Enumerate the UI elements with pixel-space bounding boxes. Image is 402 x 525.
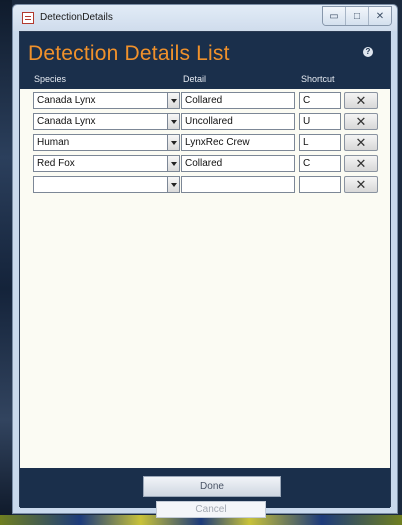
form-footer: Done Cancel (20, 468, 390, 518)
shortcut-field[interactable]: U (299, 113, 341, 130)
delete-row-button[interactable]: ✕ (344, 155, 378, 172)
window-title: DetectionDetails (40, 12, 113, 23)
shortcut-field[interactable]: C (299, 92, 341, 109)
shortcut-field[interactable] (299, 176, 341, 193)
shortcut-field[interactable]: C (299, 155, 341, 172)
dropdown-arrow-icon[interactable] (167, 155, 180, 172)
cancel-button[interactable]: Cancel (156, 501, 266, 518)
column-header-detail: Detail (183, 74, 207, 84)
dropdown-arrow-icon[interactable] (167, 113, 180, 130)
table-row: Canada Lynx Uncollared U ✕ (20, 113, 390, 130)
minimize-button[interactable]: ▭ (323, 7, 346, 25)
species-combo[interactable]: Canada Lynx (33, 92, 168, 109)
delete-row-button[interactable]: ✕ (344, 113, 378, 130)
dropdown-arrow-icon[interactable] (167, 92, 180, 109)
detail-field[interactable]: Uncollared (181, 113, 295, 130)
detail-field[interactable]: LynxRec Crew (181, 134, 295, 151)
form-header: Detection Details List ? Species Detail … (20, 32, 390, 89)
delete-row-button[interactable]: ✕ (344, 92, 378, 109)
form-body: Detection Details List ? Species Detail … (19, 31, 391, 518)
close-button[interactable]: ✕ (369, 7, 391, 25)
dropdown-arrow-icon[interactable] (167, 176, 180, 193)
help-icon[interactable]: ? (363, 47, 373, 57)
window-titlebar[interactable]: DetectionDetails ▭ □ ✕ (13, 5, 397, 31)
new-record-row: ✕ (20, 176, 390, 193)
column-header-species: Species (34, 74, 67, 84)
maximize-button[interactable]: □ (346, 7, 369, 25)
window-controls: ▭ □ ✕ (322, 6, 392, 26)
table-row: Red Fox Collared C ✕ (20, 155, 390, 172)
species-combo[interactable] (33, 176, 168, 193)
table-row: Canada Lynx Collared C ✕ (20, 92, 390, 109)
species-combo[interactable]: Red Fox (33, 155, 168, 172)
detection-details-window: DetectionDetails ▭ □ ✕ Detection Details… (12, 4, 398, 518)
delete-row-button[interactable]: ✕ (344, 176, 378, 193)
dropdown-arrow-icon[interactable] (167, 134, 180, 151)
delete-row-button[interactable]: ✕ (344, 134, 378, 151)
detail-field[interactable]: Collared (181, 92, 295, 109)
page-title: Detection Details List (28, 42, 230, 65)
detail-field[interactable]: Collared (181, 155, 295, 172)
done-button[interactable]: Done (143, 476, 281, 497)
detail-field[interactable] (181, 176, 295, 193)
desktop-background (0, 0, 12, 525)
species-combo[interactable]: Human (33, 134, 168, 151)
shortcut-field[interactable]: L (299, 134, 341, 151)
column-header-shortcut: Shortcut (301, 74, 335, 84)
table-row: Human LynxRec Crew L ✕ (20, 134, 390, 151)
species-combo[interactable]: Canada Lynx (33, 113, 168, 130)
form-icon (22, 12, 34, 24)
